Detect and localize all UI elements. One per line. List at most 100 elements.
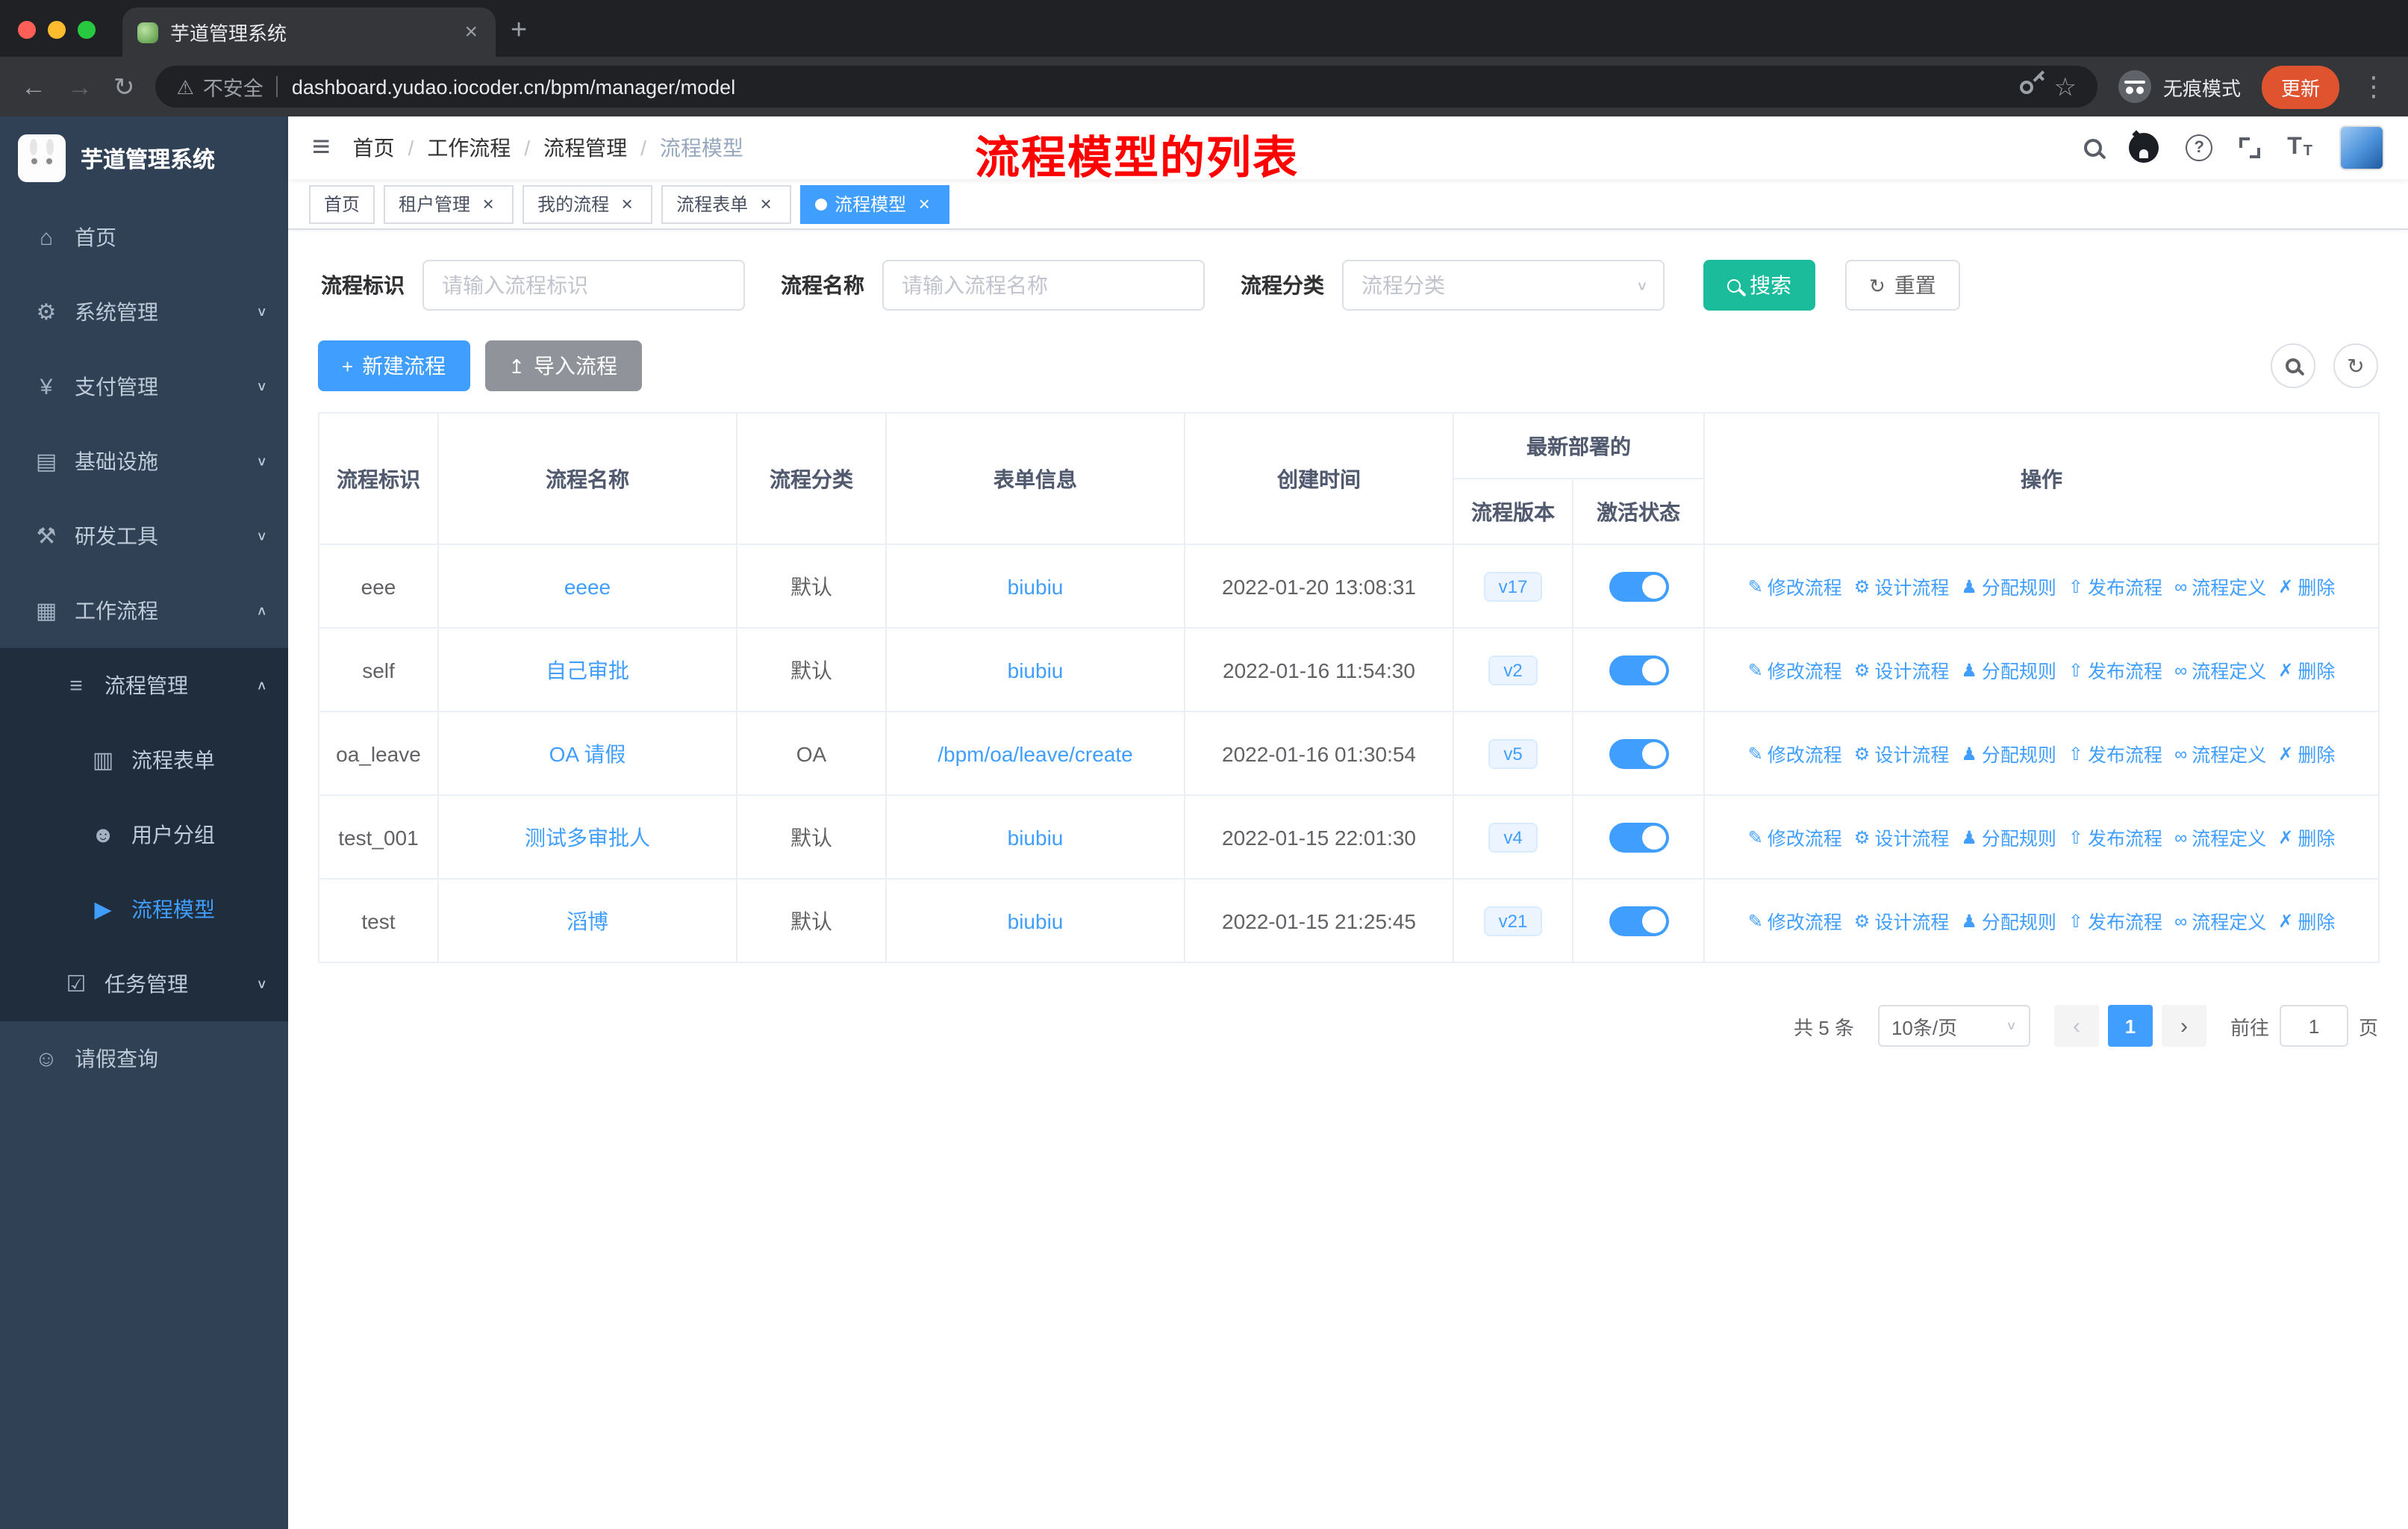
form-info-link[interactable]: biubiu bbox=[1008, 574, 1064, 598]
sidebar-item-devtools[interactable]: ⚒ 研发工具 ∨ bbox=[0, 499, 288, 573]
status-toggle[interactable] bbox=[1609, 655, 1668, 685]
close-icon[interactable]: × bbox=[478, 193, 499, 214]
sidebar-item-payment[interactable]: ¥ 支付管理 ∨ bbox=[0, 349, 288, 424]
status-toggle[interactable] bbox=[1609, 906, 1668, 935]
avatar[interactable] bbox=[2339, 125, 2384, 170]
search-icon[interactable] bbox=[2084, 139, 2103, 157]
design-process-link[interactable]: ⚙ 设计流程 bbox=[1854, 906, 1950, 935]
sidebar-item-infrastructure[interactable]: ▤ 基础设施 ∨ bbox=[0, 424, 288, 499]
refresh-table-button[interactable]: ↻ bbox=[2333, 343, 2378, 388]
current-page-button[interactable]: 1 bbox=[2107, 1005, 2153, 1047]
process-name-link[interactable]: OA 请假 bbox=[549, 741, 626, 765]
show-search-button[interactable] bbox=[2271, 343, 2315, 388]
sidebar-item-home[interactable]: ⌂ 首页 bbox=[0, 200, 288, 275]
form-info-link[interactable]: biubiu bbox=[1008, 658, 1064, 682]
sidebar-item-system[interactable]: ⚙ 系统管理 ∨ bbox=[0, 275, 288, 349]
breadcrumb-item[interactable]: 首页 bbox=[353, 133, 395, 163]
sidebar-item-process-management[interactable]: ≡ 流程管理 ∧ bbox=[0, 648, 288, 723]
tag-首页[interactable]: 首页 bbox=[309, 184, 375, 223]
design-process-link[interactable]: ⚙ 设计流程 bbox=[1854, 655, 1950, 684]
page-size-select[interactable]: 10条/页 ∨ bbox=[1877, 1005, 2030, 1047]
sidebar-item-leave-query[interactable]: ☺ 请假查询 bbox=[0, 1021, 288, 1096]
tag-流程模型[interactable]: 流程模型 × bbox=[800, 184, 950, 223]
close-icon[interactable]: × bbox=[755, 193, 776, 214]
publish-process-link[interactable]: ⇧ 发布流程 bbox=[2068, 906, 2162, 935]
process-definition-link[interactable]: ∞ 流程定义 bbox=[2174, 655, 2266, 684]
assign-rule-link[interactable]: ♟ 分配规则 bbox=[1961, 655, 2056, 684]
tab-close-icon[interactable]: × bbox=[461, 19, 481, 45]
close-icon[interactable]: × bbox=[617, 193, 637, 214]
process-name-link[interactable]: 滔博 bbox=[567, 909, 608, 932]
status-toggle[interactable] bbox=[1609, 738, 1668, 768]
form-info-link[interactable]: /bpm/oa/leave/create bbox=[938, 741, 1133, 765]
delete-link[interactable]: ✗ 删除 bbox=[2278, 823, 2335, 851]
delete-link[interactable]: ✗ 删除 bbox=[2278, 739, 2335, 767]
process-name-link[interactable]: 测试多审批人 bbox=[525, 825, 650, 849]
sidebar-item-process-form[interactable]: ▥ 流程表单 bbox=[0, 723, 288, 797]
assign-rule-link[interactable]: ♟ 分配规则 bbox=[1961, 906, 2056, 935]
sidebar-item-workflow[interactable]: ▦ 工作流程 ∧ bbox=[0, 573, 288, 648]
process-name-link[interactable]: 自己审批 bbox=[546, 658, 629, 682]
tag-流程表单[interactable]: 流程表单 × bbox=[661, 184, 792, 223]
design-process-link[interactable]: ⚙ 设计流程 bbox=[1854, 572, 1950, 600]
search-button[interactable]: 搜索 bbox=[1703, 260, 1815, 311]
publish-process-link[interactable]: ⇧ 发布流程 bbox=[2068, 572, 2162, 600]
breadcrumb-item[interactable]: 流程管理 bbox=[543, 133, 627, 163]
process-id-input[interactable] bbox=[422, 260, 745, 311]
edit-process-link[interactable]: ✎ 修改流程 bbox=[1748, 906, 1842, 935]
back-button[interactable]: ← bbox=[21, 74, 46, 99]
publish-process-link[interactable]: ⇧ 发布流程 bbox=[2068, 655, 2162, 684]
publish-process-link[interactable]: ⇧ 发布流程 bbox=[2068, 739, 2162, 767]
assign-rule-link[interactable]: ♟ 分配规则 bbox=[1961, 572, 2056, 600]
zoom-window-button[interactable] bbox=[78, 21, 96, 39]
reset-button[interactable]: ↻ 重置 bbox=[1845, 260, 1960, 311]
goto-page-input[interactable] bbox=[2279, 1005, 2348, 1047]
password-key-icon[interactable] bbox=[2016, 77, 2036, 96]
create-process-button[interactable]: + 新建流程 bbox=[318, 340, 470, 391]
forward-button[interactable]: → bbox=[67, 74, 93, 99]
sidebar-item-task-management[interactable]: ☑ 任务管理 ∨ bbox=[0, 947, 288, 1021]
category-select[interactable]: 流程分类 ∨ bbox=[1342, 260, 1665, 311]
url-bar[interactable]: ⚠ 不安全 dashboard.yudao.iocoder.cn/bpm/man… bbox=[155, 66, 2097, 108]
tag-我的流程[interactable]: 我的流程 × bbox=[523, 184, 653, 223]
hamburger-icon[interactable]: ≡ bbox=[312, 130, 331, 166]
delete-link[interactable]: ✗ 删除 bbox=[2278, 655, 2335, 684]
design-process-link[interactable]: ⚙ 设计流程 bbox=[1854, 823, 1950, 851]
design-process-link[interactable]: ⚙ 设计流程 bbox=[1854, 739, 1950, 767]
next-page-button[interactable]: › bbox=[2161, 1005, 2206, 1047]
browser-tab[interactable]: 芋道管理系统 × bbox=[122, 7, 496, 57]
reload-button[interactable]: ↻ bbox=[113, 74, 135, 99]
new-tab-button[interactable]: + bbox=[496, 15, 545, 57]
help-icon[interactable]: ? bbox=[2186, 134, 2213, 161]
assign-rule-link[interactable]: ♟ 分配规则 bbox=[1961, 823, 2056, 851]
status-toggle[interactable] bbox=[1609, 571, 1668, 601]
delete-link[interactable]: ✗ 删除 bbox=[2278, 906, 2335, 935]
edit-process-link[interactable]: ✎ 修改流程 bbox=[1748, 739, 1842, 767]
process-definition-link[interactable]: ∞ 流程定义 bbox=[2174, 572, 2266, 600]
prev-page-button[interactable]: ‹ bbox=[2053, 1005, 2099, 1047]
assign-rule-link[interactable]: ♟ 分配规则 bbox=[1961, 739, 2056, 767]
github-icon[interactable] bbox=[2129, 133, 2159, 163]
process-name-link[interactable]: eeee bbox=[564, 574, 611, 598]
fullscreen-icon[interactable] bbox=[2239, 137, 2261, 158]
breadcrumb-item[interactable]: 工作流程 bbox=[427, 133, 511, 163]
font-size-icon[interactable]: TT bbox=[2287, 135, 2312, 160]
process-definition-link[interactable]: ∞ 流程定义 bbox=[2174, 906, 2266, 935]
form-info-link[interactable]: biubiu bbox=[1008, 825, 1064, 849]
security-indicator[interactable]: ⚠ 不安全 bbox=[177, 72, 263, 102]
minimize-window-button[interactable] bbox=[48, 21, 66, 39]
sidebar-item-process-model[interactable]: ▶ 流程模型 bbox=[0, 872, 288, 947]
tag-租户管理[interactable]: 租户管理 × bbox=[384, 184, 514, 223]
process-name-input[interactable] bbox=[882, 260, 1205, 311]
close-window-button[interactable] bbox=[18, 21, 36, 39]
import-process-button[interactable]: ↥ 导入流程 bbox=[484, 340, 641, 391]
update-button[interactable]: 更新 bbox=[2261, 65, 2339, 108]
close-icon[interactable]: × bbox=[914, 193, 935, 214]
status-toggle[interactable] bbox=[1609, 822, 1668, 852]
browser-menu-icon[interactable]: ⋮ bbox=[2360, 73, 2387, 100]
form-info-link[interactable]: biubiu bbox=[1008, 909, 1064, 932]
edit-process-link[interactable]: ✎ 修改流程 bbox=[1748, 823, 1842, 851]
bookmark-star-icon[interactable]: ☆ bbox=[2053, 74, 2077, 99]
process-definition-link[interactable]: ∞ 流程定义 bbox=[2174, 823, 2266, 851]
delete-link[interactable]: ✗ 删除 bbox=[2278, 572, 2335, 600]
